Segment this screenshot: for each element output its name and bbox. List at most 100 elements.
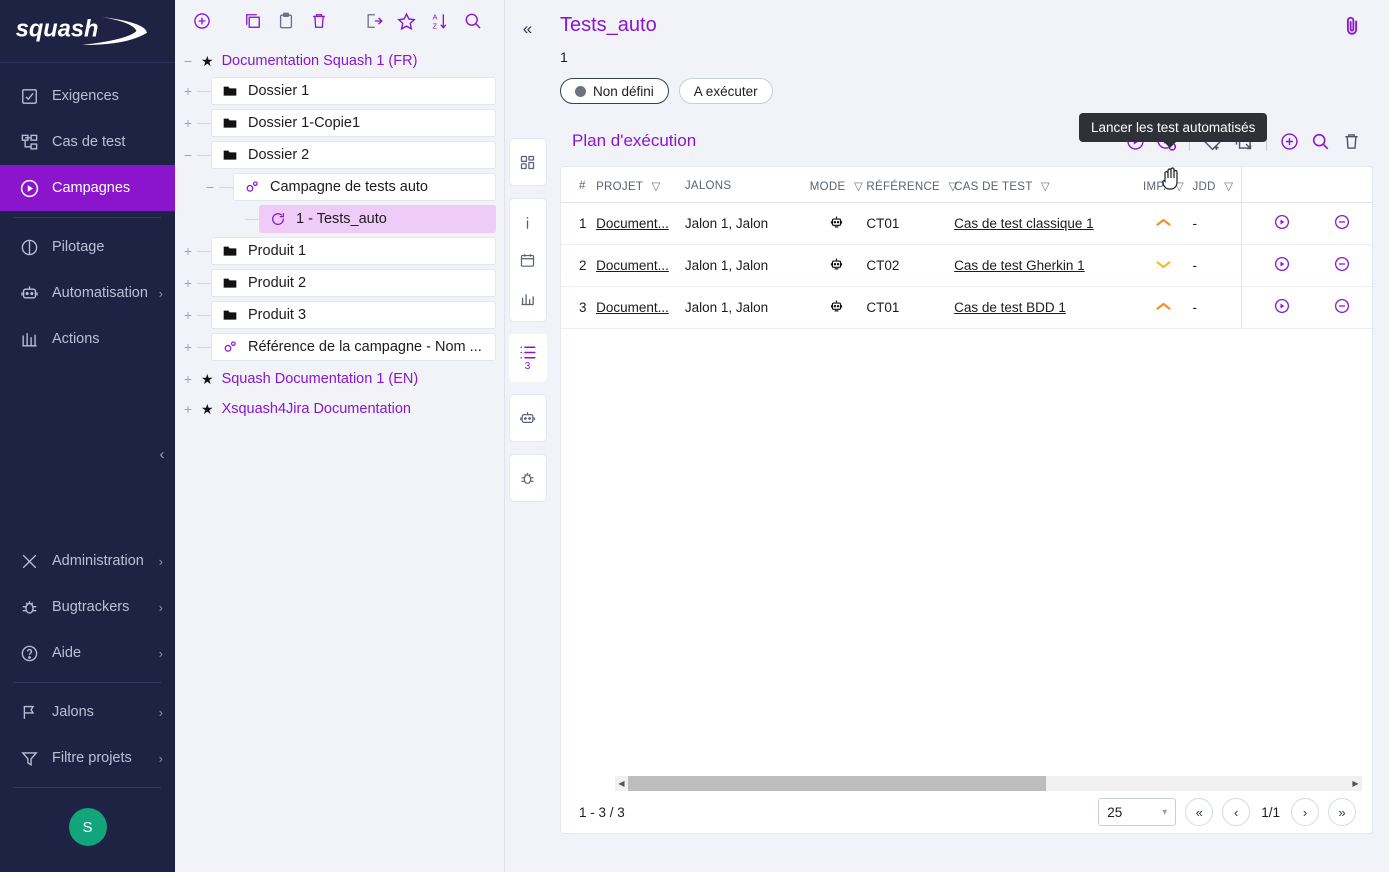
favorite-star-icon[interactable]	[390, 6, 423, 36]
execute-icon[interactable]	[1273, 255, 1291, 273]
filter-icon[interactable]: ▽	[1175, 181, 1184, 193]
next-page-button[interactable]: ›	[1291, 798, 1319, 826]
sidebar-item-cas-de-test[interactable]: Cas de test	[0, 119, 175, 165]
tree-item-box[interactable]: Produit 1	[211, 237, 496, 265]
info-icon[interactable]	[510, 203, 546, 241]
sidebar-item-actions[interactable]: Actions	[0, 316, 175, 362]
project-link[interactable]: Document...	[596, 258, 669, 273]
sidebar-item-automatisation[interactable]: Automatisation ›	[0, 270, 175, 316]
tree-toggle[interactable]: +	[179, 114, 197, 132]
tree-item-produit-3[interactable]: + Produit 3	[179, 300, 496, 330]
status-badge-a-executer[interactable]: A exécuter	[678, 78, 773, 104]
column-header-imp[interactable]: IMP. ▽	[1134, 167, 1193, 203]
tree-root-label[interactable]: Squash Documentation 1 (EN)	[222, 371, 419, 387]
sidebar-item-administration[interactable]: Administration ›	[0, 538, 175, 584]
remove-icon[interactable]	[1333, 255, 1351, 273]
status-badge-non-defini[interactable]: Non défini	[560, 78, 669, 104]
tree-toggle[interactable]: −	[179, 52, 197, 70]
tree-toggle[interactable]: +	[179, 338, 197, 356]
delete-icon[interactable]	[302, 6, 335, 36]
test-case-link[interactable]: Cas de test BDD 1	[954, 300, 1066, 315]
tree-item-produit-2[interactable]: + Produit 2	[179, 268, 496, 298]
tree-item-produit-1[interactable]: + Produit 1	[179, 236, 496, 266]
tree-toggle[interactable]: +	[179, 400, 197, 418]
tree-item-box[interactable]: Produit 3	[211, 301, 496, 329]
app-logo[interactable]: squash	[0, 0, 175, 63]
tree-item-dossier-2[interactable]: − Dossier 2	[179, 140, 496, 170]
tree-root-node[interactable]: − ★ Documentation Squash 1 (FR)	[179, 46, 496, 76]
sort-az-icon[interactable]: A Z	[423, 6, 456, 36]
copy-icon[interactable]	[236, 6, 269, 36]
tree-item-campagne-de-tests-auto[interactable]: − Campagne de tests auto	[179, 172, 496, 202]
column-header-num[interactable]: #	[561, 167, 597, 203]
prev-page-button[interactable]: ‹	[1222, 798, 1251, 826]
horizontal-scrollbar[interactable]: ◀ ▶	[615, 776, 1362, 791]
sidebar-item-jalons[interactable]: Jalons ›	[0, 689, 175, 735]
remove-icon[interactable]	[1333, 213, 1351, 231]
sidebar-item-pilotage[interactable]: Pilotage	[0, 224, 175, 270]
delete-icon[interactable]	[1336, 126, 1367, 156]
remove-icon[interactable]	[1333, 297, 1351, 315]
scroll-left-arrow-icon[interactable]: ◀	[615, 776, 628, 791]
bug-icon[interactable]	[510, 459, 546, 497]
project-link[interactable]: Document...	[596, 216, 669, 231]
column-header-jdd[interactable]: JDD ▽	[1192, 167, 1242, 203]
test-case-link[interactable]: Cas de test classique 1	[954, 216, 1094, 231]
column-header-projet[interactable]: PROJET ▽	[596, 167, 685, 203]
execute-icon[interactable]	[1273, 297, 1291, 315]
tree-toggle[interactable]: +	[179, 370, 197, 388]
filter-icon[interactable]: ▽	[1224, 181, 1233, 193]
tree-toggle[interactable]: +	[179, 306, 197, 324]
project-link[interactable]: Document...	[596, 300, 669, 315]
paste-icon[interactable]	[269, 6, 302, 36]
tree-item-tests-auto[interactable]: 1 - Tests_auto	[179, 204, 496, 234]
tree-item-box[interactable]: Dossier 1	[211, 77, 496, 105]
column-header-cas-de-test[interactable]: CAS DE TEST ▽	[954, 167, 1135, 203]
tree-root-node[interactable]: + ★ Squash Documentation 1 (EN)	[179, 364, 496, 394]
tree-item-box[interactable]: 1 - Tests_auto	[259, 205, 496, 233]
execution-plan-list-icon[interactable]: 3	[510, 339, 546, 377]
sidebar-item-bugtrackers[interactable]: Bugtrackers ›	[0, 584, 175, 630]
robot-icon[interactable]	[510, 399, 546, 437]
sidebar-item-filtre-projets[interactable]: Filtre projets ›	[0, 735, 175, 781]
export-icon[interactable]	[357, 6, 390, 36]
filter-icon[interactable]: ▽	[1041, 181, 1050, 193]
search-icon[interactable]	[456, 6, 489, 36]
table-row[interactable]: 2 Document... Jalon 1, Jalon CT02 Cas de…	[561, 244, 1372, 287]
sidebar-collapse-button[interactable]: ‹	[152, 444, 172, 464]
dashboard-icon[interactable]	[510, 143, 546, 181]
first-page-button[interactable]: «	[1185, 798, 1214, 826]
tree-item-box[interactable]: Dossier 1-Copie1	[211, 109, 496, 137]
tree-item-reference-campagne[interactable]: + Référence de la campagne - Nom ...	[179, 332, 496, 362]
tree-toggle[interactable]: +	[179, 274, 197, 292]
filter-icon[interactable]: ▽	[652, 181, 661, 193]
tree-item-dossier-1-copie1[interactable]: + Dossier 1-Copie1	[179, 108, 496, 138]
panel-collapse-button[interactable]: «	[513, 14, 543, 44]
tree-toggle[interactable]: −	[201, 178, 219, 196]
tree-root-node[interactable]: + ★ Xsquash4Jira Documentation	[179, 394, 496, 424]
tree-item-box[interactable]: Campagne de tests auto	[233, 173, 496, 201]
tree-root-label[interactable]: Xsquash4Jira Documentation	[222, 401, 411, 417]
avatar[interactable]: S	[68, 808, 107, 846]
search-icon[interactable]	[1305, 126, 1336, 156]
column-header-reference[interactable]: RÉFÉRENCE ▽	[866, 167, 957, 203]
column-header-jalons[interactable]: JALONS	[684, 167, 807, 203]
tree-item-dossier-1[interactable]: + Dossier 1	[179, 76, 496, 106]
execute-icon[interactable]	[1273, 213, 1291, 231]
scrollbar-thumb[interactable]	[628, 776, 1047, 791]
add-circle-icon[interactable]	[185, 6, 218, 36]
page-size-select[interactable]: 25 ▾	[1098, 798, 1177, 826]
tree-toggle[interactable]: +	[179, 82, 197, 100]
test-case-link[interactable]: Cas de test Gherkin 1	[954, 258, 1085, 273]
sidebar-item-aide[interactable]: Aide ›	[0, 630, 175, 676]
sidebar-item-campagnes[interactable]: Campagnes	[0, 165, 175, 211]
table-row[interactable]: 3 Document... Jalon 1, Jalon CT01 Cas de…	[561, 286, 1372, 329]
bar-chart-icon[interactable]	[510, 279, 546, 317]
tree-item-box[interactable]: Produit 2	[211, 269, 496, 297]
table-row[interactable]: 1 Document... Jalon 1, Jalon CT01 Cas de…	[561, 202, 1372, 245]
paperclip-icon[interactable]	[1336, 10, 1368, 42]
sidebar-item-exigences[interactable]: Exigences	[0, 73, 175, 119]
scrollbar-track[interactable]	[628, 776, 1349, 791]
last-page-button[interactable]: »	[1328, 798, 1356, 826]
column-header-mode[interactable]: MODE ▽	[806, 167, 867, 203]
